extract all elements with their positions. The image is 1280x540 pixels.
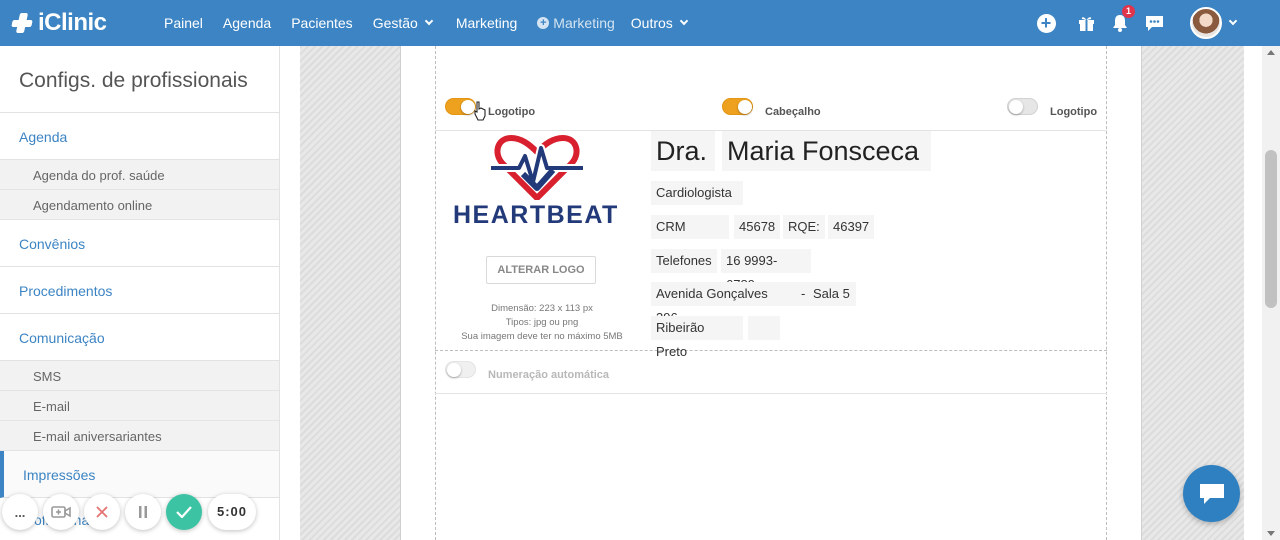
main-nav: Painel Agenda Pacientes Gestão Marketing… (164, 15, 707, 31)
sidebar-item-comunicacao[interactable]: Comunicação (0, 314, 279, 361)
empty-field[interactable] (748, 316, 780, 340)
logo-left-label: Logotipo (488, 106, 536, 118)
logo-hint-types: Tipos: jpg ou png (505, 317, 579, 328)
sidebar-subitem-email-aniversariantes[interactable]: E-mail aniversariantes (0, 421, 279, 451)
toggle-knob (1009, 100, 1023, 114)
chevron-down-icon (679, 16, 689, 26)
nav-gestao[interactable]: Gestão (372, 15, 434, 31)
nav-outros-label: Outros (630, 15, 673, 31)
page-scrollbar[interactable] (1262, 46, 1280, 540)
header-bottom-divider (435, 350, 1107, 351)
address-complement-field[interactable]: Sala 5 (808, 282, 856, 306)
phones-label-field[interactable]: Telefones (651, 249, 717, 273)
auto-numbering-toggle[interactable] (445, 361, 476, 378)
nav-marketing[interactable]: Marketing (456, 15, 517, 31)
header-label: Cabeçalho (765, 106, 821, 118)
numbering-divider (435, 393, 1107, 394)
phones-value-field[interactable]: 16 9993-6789 (721, 249, 811, 292)
nav-outros[interactable]: Outros (630, 15, 689, 31)
sidebar-subitem-agendamento-online[interactable]: Agendamento online (0, 190, 279, 220)
change-logo-button[interactable]: ALTERAR LOGO (486, 256, 596, 284)
chevron-down-icon[interactable] (1228, 16, 1238, 26)
rqe-label-field[interactable]: RQE: (783, 215, 825, 239)
crm-value-field[interactable]: 45678 (734, 215, 780, 239)
camera-add-icon (51, 506, 71, 518)
nav-painel[interactable]: Painel (164, 15, 203, 31)
cursor-pointer-icon (474, 101, 486, 121)
add-button[interactable]: + (1036, 13, 1056, 33)
nav-gestao-label: Gestão (372, 15, 418, 31)
close-icon (96, 506, 108, 518)
doctor-name-field[interactable]: Maria Fonsceca (722, 131, 931, 171)
avatar[interactable] (1190, 7, 1222, 39)
scroll-up-arrow-icon[interactable] (1267, 50, 1275, 55)
doctor-title-field[interactable]: Dra. (651, 131, 715, 171)
logo-hint-size: Sua imagem deve ter no máximo 5MB (461, 331, 623, 342)
nav-pacientes[interactable]: Pacientes (291, 15, 352, 31)
recorder-more-label: ... (14, 504, 26, 520)
toggle-knob (738, 100, 752, 114)
scroll-down-arrow-icon[interactable] (1267, 531, 1275, 536)
brand-logo[interactable]: iClinic (10, 9, 164, 37)
logo-hint-dimension: Dimensão: 223 x 113 px (491, 303, 593, 314)
address-field[interactable]: Avenida Gonçalves 396 (651, 282, 797, 325)
chat-icon (1199, 483, 1224, 504)
sidebar-subitem-sms[interactable]: SMS (0, 361, 279, 391)
notification-badge: 1 (1122, 5, 1135, 18)
recorder-pause-button[interactable] (125, 494, 161, 530)
sidebar-item-convenios[interactable]: Convênios (0, 220, 279, 267)
recorder-more-button[interactable]: ... (2, 494, 38, 530)
chevron-down-icon (424, 16, 434, 26)
recorder-timer: 5:00 (208, 494, 256, 530)
gift-icon (1078, 16, 1094, 31)
sidebar-item-impressoes[interactable]: Impressões (0, 451, 279, 498)
nav-marketing-plus-label: Marketing (553, 15, 615, 31)
brand-name: iClinic (38, 9, 107, 36)
logo-left-toggle[interactable] (445, 98, 476, 115)
check-icon (176, 506, 192, 518)
nav-agenda[interactable]: Agenda (223, 15, 271, 31)
logo-right-toggle[interactable] (1007, 98, 1038, 115)
nav-marketing-plus[interactable]: + Marketing (537, 15, 615, 31)
sidebar-subitem-email[interactable]: E-mail (0, 391, 279, 421)
notifications-button[interactable]: 1 (1110, 5, 1135, 33)
plus-circle-icon: + (537, 17, 550, 29)
crm-label-field[interactable]: CRM (651, 215, 729, 239)
auto-numbering-label: Numeração automática (488, 369, 610, 381)
heartbeat-heart-icon (491, 135, 583, 200)
header-actions: + 1 (1022, 0, 1238, 46)
chat-bubble-icon (1145, 15, 1163, 31)
sidebar-item-procedimentos[interactable]: Procedimentos (0, 267, 279, 314)
brand-cross-icon (10, 11, 34, 35)
specialty-field[interactable]: Cardiologista (651, 181, 743, 205)
messages-button[interactable] (1144, 13, 1164, 33)
recorder-camera-button[interactable] (43, 494, 79, 530)
logo-right-label: Logotipo (1050, 106, 1098, 118)
pause-icon (139, 506, 147, 518)
chat-support-button[interactable] (1183, 465, 1240, 522)
plus-icon: + (1036, 13, 1056, 33)
sidebar-subitem-agenda-prof[interactable]: Agenda do prof. saúde (0, 160, 279, 190)
recorder-finish-button[interactable] (166, 494, 202, 530)
rqe-value-field[interactable]: 46397 (828, 215, 874, 239)
logo-wordmark: HEARTBEAT (453, 201, 619, 229)
header-toggle[interactable] (722, 98, 753, 115)
gift-button[interactable] (1076, 13, 1096, 33)
top-navbar: iClinic Painel Agenda Pacientes Gestão M… (0, 0, 1280, 46)
settings-sidebar: Configs. de profissionais Agenda Agenda … (0, 46, 280, 540)
recorder-cancel-button[interactable] (84, 494, 120, 530)
sidebar-title: Configs. de profissionais (0, 46, 279, 113)
city-field[interactable]: Ribeirão Preto (651, 316, 743, 359)
sidebar-item-agenda[interactable]: Agenda (0, 113, 279, 160)
toggle-knob (447, 363, 461, 377)
scroll-thumb[interactable] (1265, 150, 1277, 308)
